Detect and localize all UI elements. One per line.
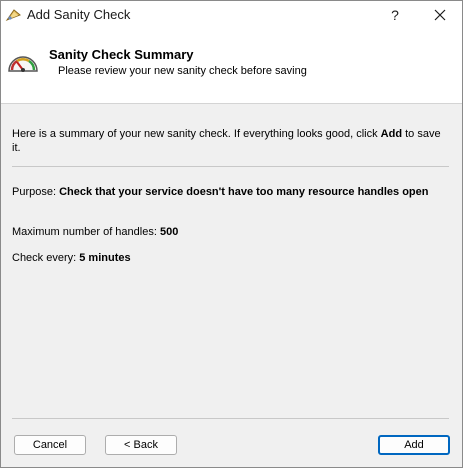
add-button[interactable]: Add — [378, 435, 450, 455]
title-bar[interactable]: Add Sanity Check ? — [1, 1, 462, 29]
close-button[interactable] — [419, 1, 461, 29]
interval-row: Check every: 5 minutes — [12, 251, 452, 265]
close-icon — [434, 9, 446, 21]
max-handles-row: Maximum number of handles: 500 — [12, 225, 452, 239]
wizard-header: Sanity Check Summary Please review your … — [1, 29, 462, 104]
max-handles-value: 500 — [159, 226, 179, 238]
back-button[interactable]: < Back — [105, 435, 177, 455]
intro-keyword: Add — [380, 128, 403, 140]
window-title: Add Sanity Check — [27, 7, 131, 22]
header-title: Sanity Check Summary — [49, 47, 194, 62]
app-icon — [5, 6, 23, 24]
gauge-icon — [7, 49, 39, 75]
purpose-row: Purpose: Check that your service doesn't… — [12, 185, 452, 199]
interval-value: 5 minutes — [79, 252, 131, 264]
max-handles-label: Maximum number of handles: — [12, 226, 160, 238]
intro-text: Here is a summary of your new sanity che… — [12, 128, 441, 154]
dialog-window: Add Sanity Check ? Sanity Check Summary … — [0, 0, 463, 468]
divider — [12, 166, 449, 167]
interval-label: Check every: — [12, 252, 80, 264]
header-subtitle: Please review your new sanity check befo… — [58, 65, 307, 77]
purpose-value: Check that your service doesn't have too… — [59, 186, 429, 198]
purpose-label: Purpose: — [12, 186, 60, 198]
help-button[interactable]: ? — [377, 1, 413, 29]
footer-divider — [12, 418, 449, 419]
cancel-button[interactable]: Cancel — [14, 435, 86, 455]
